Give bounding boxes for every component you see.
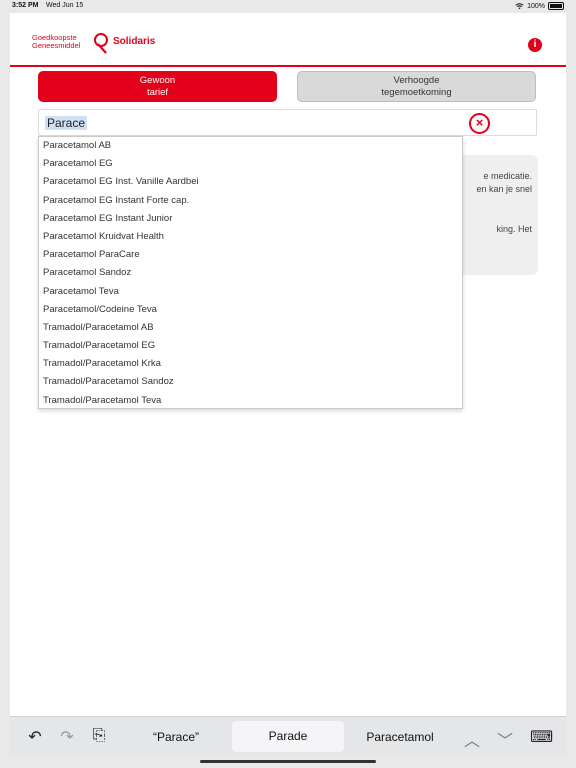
list-item[interactable]: Paracetamol EG Instant Junior xyxy=(39,210,462,228)
info-button[interactable]: i xyxy=(528,38,542,52)
list-item[interactable]: Paracetamol Teva xyxy=(39,283,462,301)
list-item[interactable]: Paracetamol AB xyxy=(39,137,462,155)
list-item[interactable]: Paracetamol/Codeine Teva xyxy=(39,301,462,319)
list-item[interactable]: Paracetamol EG Inst. Vanille Aardbei xyxy=(39,173,462,191)
status-bar: 3:52 PM Wed Jun 15 100% xyxy=(0,0,576,13)
tab-label-line1: Gewoon xyxy=(139,74,176,86)
list-item[interactable]: Paracetamol ParaCare xyxy=(39,246,462,264)
list-item[interactable]: Tramadol/Paracetamol EG xyxy=(39,337,462,355)
tab-gewoon-tarief[interactable]: Gewoon tarief xyxy=(38,71,277,102)
list-item[interactable]: Tramadol/Paracetamol Krka xyxy=(39,355,462,373)
search-input[interactable]: Parace xyxy=(45,116,88,130)
wifi-icon xyxy=(515,3,524,9)
card-text-line3: king. Het xyxy=(496,224,532,234)
status-time: 3:52 PM xyxy=(12,2,39,9)
redo-icon[interactable]: ↷ xyxy=(57,727,77,747)
paste-icon[interactable]: ⎘ xyxy=(89,727,109,745)
status-date: Wed Jun 15 xyxy=(46,2,84,9)
keyboard-icon[interactable]: ⌨ xyxy=(530,727,553,747)
list-item[interactable]: Paracetamol EG Instant Forte cap. xyxy=(39,192,462,210)
list-item[interactable]: Tramadol/Paracetamol Teva xyxy=(39,392,462,410)
chevron-down-icon[interactable]: ﹀ xyxy=(495,727,515,751)
frame-right xyxy=(566,0,576,768)
suggestion-typed[interactable]: “Parace” xyxy=(130,717,222,757)
logo-line2: Geneesmiddel xyxy=(32,41,81,50)
list-item[interactable]: Paracetamol EG xyxy=(39,155,462,173)
status-indicators: 100% xyxy=(515,2,564,10)
suggestion-paracetamol[interactable]: Paracetamol xyxy=(354,717,446,757)
battery-icon xyxy=(548,2,564,10)
list-item[interactable]: Paracetamol Kruidvat Health xyxy=(39,228,462,246)
list-item[interactable]: Tramadol/Paracetamol Sandoz xyxy=(39,373,462,391)
tab-verhoogde-tegemoetkoming[interactable]: Verhoogde tegemoetkoming xyxy=(297,71,536,102)
tab-label-line2: tarief xyxy=(146,86,169,98)
clear-icon[interactable]: × xyxy=(469,113,490,134)
app-header: Goedkoopste Geneesmiddel Solidaris i xyxy=(10,13,566,67)
card-text-line2: en kan je snel xyxy=(476,184,532,194)
app-window: Goedkoopste Geneesmiddel Solidaris i Gew… xyxy=(10,13,566,716)
battery-percent: 100% xyxy=(527,2,545,10)
list-item[interactable]: Paracetamol Sandoz xyxy=(39,264,462,282)
brand-name: Solidaris xyxy=(113,36,156,47)
list-item[interactable]: Tramadol/Paracetamol AB xyxy=(39,319,462,337)
frame-left xyxy=(0,0,10,768)
tab-label-line2: tegemoetkoming xyxy=(381,86,452,98)
keyboard-shortcut-bar: ↶ ↷ ⎘ “Parace” Parade Paracetamol ︿ ﹀ ⌨ xyxy=(10,716,566,757)
card-text-line1: e medicatie. xyxy=(483,171,532,181)
home-indicator[interactable] xyxy=(200,760,376,763)
logo-text: Goedkoopste Geneesmiddel xyxy=(32,34,80,50)
chevron-up-icon[interactable]: ︿ xyxy=(462,727,482,751)
search-field[interactable]: Parace × xyxy=(38,109,537,136)
solidaris-logo-icon xyxy=(94,33,108,54)
undo-icon[interactable]: ↶ xyxy=(25,727,45,747)
suggestion-parade[interactable]: Parade xyxy=(232,721,344,752)
tab-label-line1: Verhoogde xyxy=(393,74,440,86)
suggestion-dropdown: Paracetamol AB Paracetamol EG Paracetamo… xyxy=(38,136,463,409)
